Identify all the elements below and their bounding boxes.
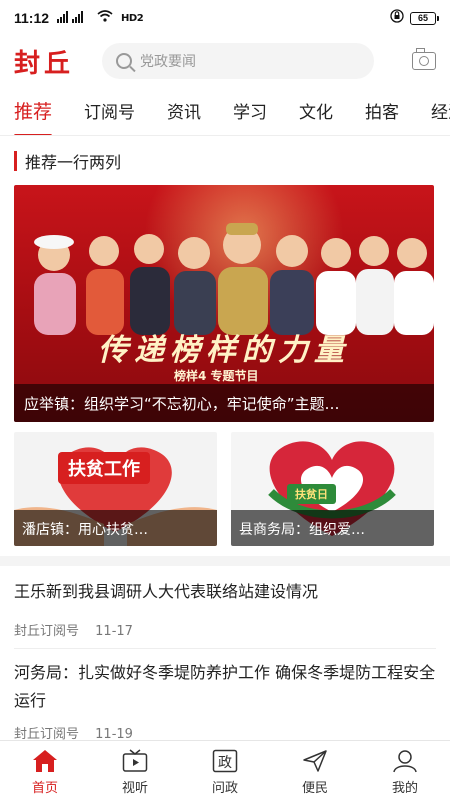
send-icon [301,748,329,774]
news-title: 王乐新到我县调研人大代表联络站建设情况 [14,582,319,601]
app-logo: 封丘 [14,48,75,79]
nav-home-label: 首页 [31,781,58,796]
nav-media-label: 视听 [121,781,148,796]
search-placeholder: 党政要闻 [140,54,196,70]
nav-profile-label: 我的 [391,781,418,796]
section-accent-bar [14,151,17,171]
status-time: 11:12 [14,10,50,26]
section-heading: 推荐一行两列 [14,150,121,172]
card-caption-right: 县商务局：组织爱… [231,510,434,546]
hero-calligraphy: 传递榜样的力量 [98,333,350,368]
news-source: 封丘订阅号 [14,624,80,639]
tab-culture[interactable]: 文化 [299,98,333,123]
card-badge-left: 扶贫工作 [58,452,150,484]
card-caption-left: 潘店镇：用心扶贫… [14,510,217,546]
news-item[interactable]: 河务局：扎实做好冬季堤防养护工作 确保冬季堤防工程安全运行 封丘订阅号 11-1… [14,659,436,742]
news-card-left[interactable]: 扶贫工作 潘店镇：用心扶贫… [14,432,217,546]
news-meta: 封丘订阅号 11-17 [14,620,436,639]
news-title: 河务局：扎实做好冬季堤防养护工作 确保冬季堤防工程安全运行 [14,663,436,710]
news-card-right[interactable]: 扶贫日 县商务局：组织爱… [231,432,434,546]
nav-services[interactable]: 便民 [270,741,360,800]
tab-subscriptions[interactable]: 订阅号 [84,98,135,123]
list-divider [14,648,436,649]
hero-caption: 应举镇：组织学习“不忘初心，牢记使命”主题… [14,384,434,422]
camera-icon[interactable] [412,48,436,70]
tv-icon [121,748,149,774]
section-divider [0,556,450,566]
user-icon [391,748,419,774]
card-badge-right: 扶贫日 [287,484,336,504]
nav-home[interactable]: 首页 [0,741,90,800]
tab-economy[interactable]: 经济 [431,98,450,123]
tab-study[interactable]: 学习 [233,98,267,123]
lock-icon [390,9,404,27]
hero-banner[interactable]: 传递榜样的力量 榜样4 专题节目 应举镇：组织学习“不忘初心，牢记使命”主题… [14,185,434,422]
status-bar: 11:12 HD2 65 [0,0,450,36]
wifi-icon [97,10,113,26]
battery-indicator: 65 [410,11,439,25]
app-header: 封丘 党政要闻 [0,36,450,86]
svg-text:政: 政 [218,755,232,771]
hero-subtitle: 榜样4 专题节目 [174,369,259,383]
signal-icon [57,10,91,26]
zheng-icon: 政 [211,748,239,774]
category-tabs: 推荐 订阅号 资讯 学习 文化 拍客 经济 [0,86,450,136]
news-date: 11-17 [95,624,133,639]
bottom-navigation: 首页 视听 政 问政 便民 我的 [0,740,450,800]
search-input[interactable]: 党政要闻 [102,43,374,79]
tab-recommend[interactable]: 推荐 [14,97,53,135]
search-icon [116,53,132,69]
hd-label: HD2 [121,12,144,24]
nav-profile[interactable]: 我的 [360,741,450,800]
nav-services-label: 便民 [301,781,328,796]
tab-photographer[interactable]: 拍客 [365,98,399,123]
home-icon [31,748,59,774]
nav-media[interactable]: 视听 [90,741,180,800]
section-title-text: 推荐一行两列 [25,153,122,172]
news-item[interactable]: 王乐新到我县调研人大代表联络站建设情况 封丘订阅号 11-17 [14,578,436,639]
nav-inquiry[interactable]: 政 问政 [180,741,270,800]
hero-people-illustration [34,223,434,335]
tab-news[interactable]: 资讯 [167,98,201,123]
nav-inquiry-label: 问政 [211,781,238,796]
